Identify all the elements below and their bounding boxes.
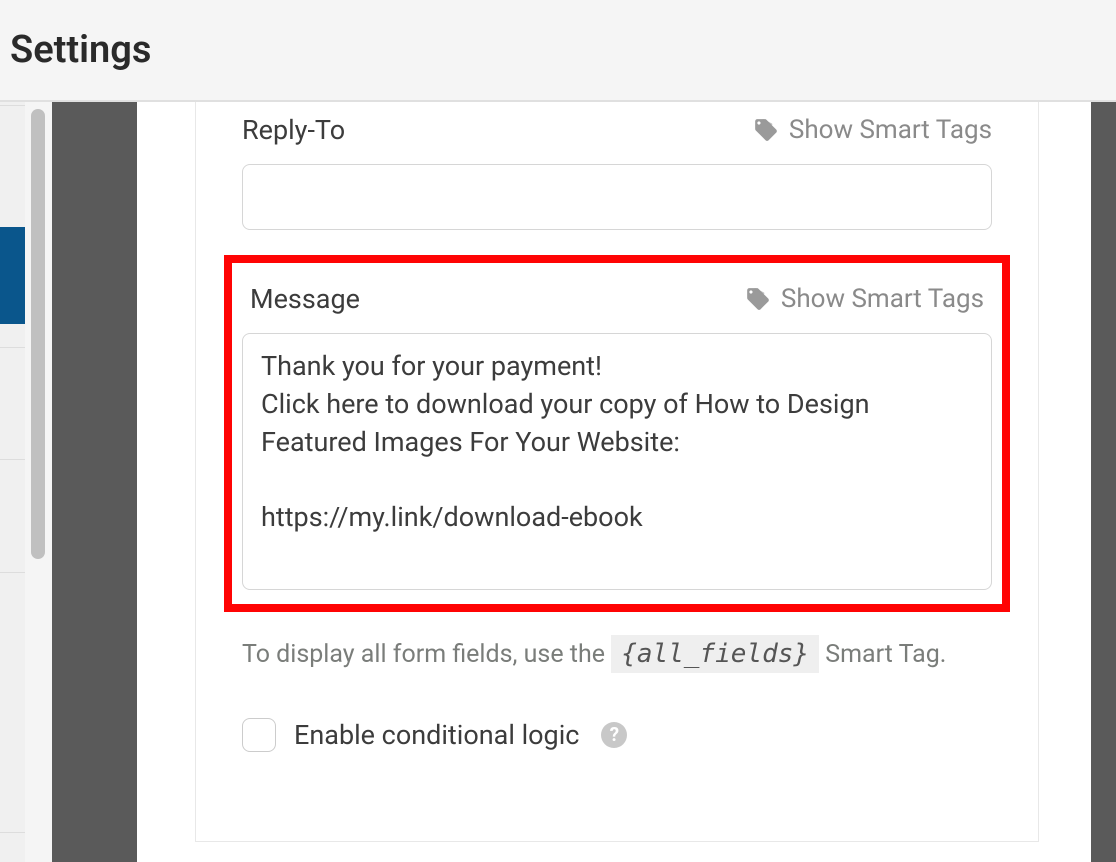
helper-prefix: To display all form fields, use the	[242, 640, 611, 669]
message-highlight-box: Message Show Smart Tags Thank you for yo…	[224, 255, 1010, 612]
message-smart-tags-label: Show Smart Tags	[781, 284, 984, 314]
conditional-logic-row: Enable conditional logic ?	[242, 718, 992, 752]
scrollbar-thumb[interactable]	[31, 109, 45, 559]
page-header: Settings	[0, 0, 1116, 102]
helper-text: To display all form fields, use the {all…	[242, 634, 992, 676]
reply-to-header: Reply-To Show Smart Tags	[242, 114, 992, 146]
form-panel: Reply-To Show Smart Tags Message	[195, 102, 1039, 842]
reply-to-smart-tags-label: Show Smart Tags	[789, 115, 992, 145]
help-icon[interactable]: ?	[601, 722, 627, 748]
dark-side-panel	[52, 102, 137, 862]
message-header: Message Show Smart Tags	[242, 283, 992, 315]
tag-icon	[753, 117, 779, 143]
left-sidebar-strip	[0, 102, 25, 862]
conditional-logic-label: Enable conditional logic	[294, 719, 579, 751]
message-textarea[interactable]: Thank you for your payment! Click here t…	[242, 333, 992, 590]
content-area: Reply-To Show Smart Tags Message	[137, 102, 1091, 862]
scrollbar-track[interactable]	[25, 102, 52, 862]
main-container: Reply-To Show Smart Tags Message	[0, 102, 1116, 862]
helper-suffix: Smart Tag.	[825, 640, 946, 669]
conditional-logic-checkbox[interactable]	[242, 718, 276, 752]
message-smart-tags-toggle[interactable]: Show Smart Tags	[745, 284, 984, 314]
helper-code-tag: {all_fields}	[611, 635, 819, 673]
tag-icon	[745, 286, 771, 312]
dark-right-panel	[1091, 102, 1116, 862]
reply-to-label: Reply-To	[242, 114, 345, 146]
reply-to-input[interactable]	[242, 164, 992, 230]
page-title: Settings	[10, 28, 151, 72]
reply-to-smart-tags-toggle[interactable]: Show Smart Tags	[753, 115, 992, 145]
reply-to-field-group: Reply-To Show Smart Tags	[242, 114, 992, 230]
message-label: Message	[250, 283, 360, 315]
